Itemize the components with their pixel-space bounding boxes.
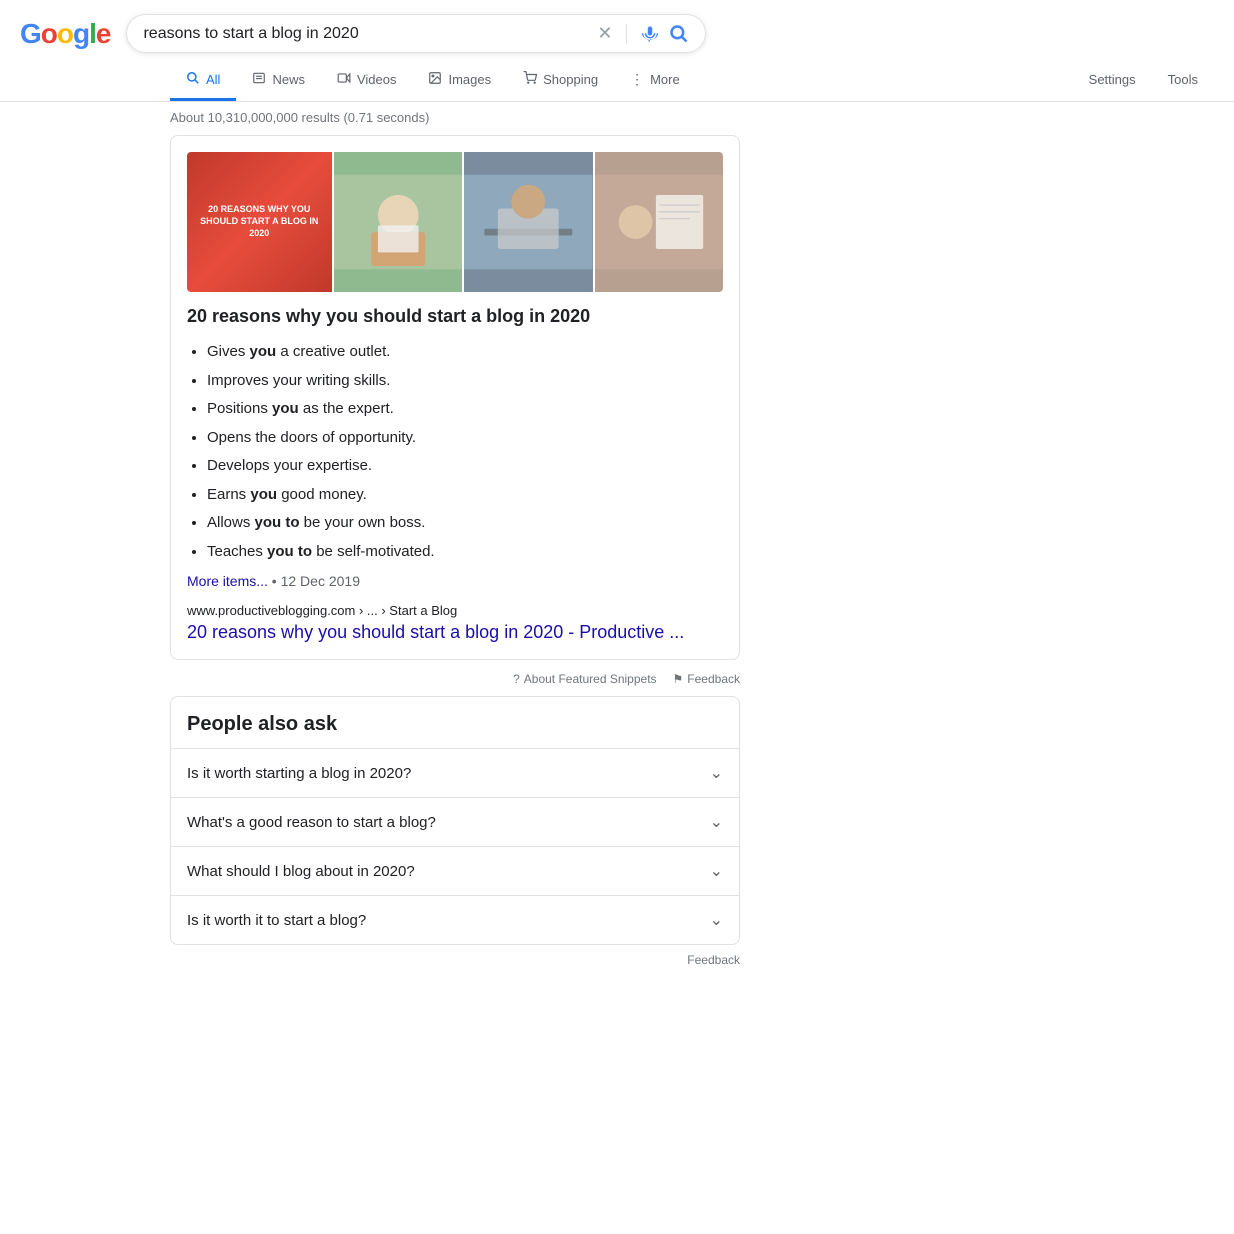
chevron-down-icon: ⌄	[710, 812, 723, 832]
mic-button[interactable]	[641, 25, 659, 43]
clear-button[interactable]: ✕	[597, 23, 612, 44]
search-button[interactable]	[669, 24, 689, 44]
list-item: Allows you to be your own boss.	[207, 512, 723, 535]
featured-image-1: 20 REASONS WHY YOU SHOULD START A BLOG I…	[187, 152, 332, 292]
list-item: Earns you good money.	[207, 484, 723, 507]
paa-question-2[interactable]: What's a good reason to start a blog? ⌄	[171, 797, 739, 846]
bottom-feedback-button[interactable]: Feedback	[170, 945, 740, 975]
more-items-line: More items... • 12 Dec 2019	[187, 573, 723, 589]
list-item: Improves your writing skills.	[207, 370, 723, 393]
people-also-ask-section: People also ask Is it worth starting a b…	[170, 696, 740, 945]
video-tab-icon	[337, 71, 351, 88]
tab-images[interactable]: Images	[412, 61, 507, 101]
search-input[interactable]	[143, 25, 597, 43]
featured-snippet-card: 20 REASONS WHY YOU SHOULD START A BLOG I…	[170, 135, 740, 660]
question-icon: ?	[513, 672, 520, 686]
images-tab-icon	[428, 71, 442, 88]
list-item: Develops your expertise.	[207, 455, 723, 478]
featured-images-row: 20 REASONS WHY YOU SHOULD START A BLOG I…	[187, 152, 723, 292]
result-title-link[interactable]: 20 reasons why you should start a blog i…	[187, 622, 723, 643]
settings-tools-group: Settings Tools	[1073, 62, 1234, 100]
tab-all[interactable]: All	[170, 61, 236, 101]
header: Google ✕	[0, 0, 1234, 53]
list-item: Gives you a creative outlet.	[207, 341, 723, 364]
news-tab-icon	[252, 71, 266, 88]
icon-divider	[626, 24, 627, 44]
featured-image-2	[334, 152, 463, 292]
feedback-row: ? About Featured Snippets ⚑ Feedback	[170, 672, 740, 686]
featured-image-4	[595, 152, 724, 292]
chevron-down-icon: ⌄	[710, 861, 723, 881]
search-bar: ✕	[126, 14, 706, 53]
list-item: Teaches you to be self-motivated.	[207, 541, 723, 564]
more-dots-icon: ⋮	[630, 71, 644, 88]
tab-news[interactable]: News	[236, 61, 321, 101]
settings-link[interactable]: Settings	[1073, 62, 1152, 100]
featured-image-3	[464, 152, 593, 292]
nav-tabs: All News Videos Images	[0, 53, 1234, 102]
google-logo: Google	[20, 18, 110, 50]
source-breadcrumb: www.productiveblogging.com › ... › Start…	[187, 603, 723, 618]
feedback-button[interactable]: ⚑ Feedback	[673, 672, 740, 686]
chevron-down-icon: ⌄	[710, 910, 723, 930]
list-item: Opens the doors of opportunity.	[207, 427, 723, 450]
tab-shopping[interactable]: Shopping	[507, 61, 614, 101]
list-item: Positions you as the expert.	[207, 398, 723, 421]
paa-title: People also ask	[171, 697, 739, 748]
flag-icon: ⚑	[673, 672, 684, 686]
paa-question-4[interactable]: Is it worth it to start a blog? ⌄	[171, 895, 739, 944]
tab-videos[interactable]: Videos	[321, 61, 413, 101]
paa-question-1[interactable]: Is it worth starting a blog in 2020? ⌄	[171, 748, 739, 797]
featured-title: 20 reasons why you should start a blog i…	[187, 306, 723, 327]
featured-bullet-list: Gives you a creative outlet. Improves yo…	[187, 341, 723, 563]
tools-link[interactable]: Tools	[1152, 62, 1214, 100]
about-featured-snippets-link[interactable]: ? About Featured Snippets	[513, 672, 656, 686]
paa-question-3[interactable]: What should I blog about in 2020? ⌄	[171, 846, 739, 895]
chevron-down-icon: ⌄	[710, 763, 723, 783]
tab-more[interactable]: ⋮ More	[614, 61, 696, 101]
more-items-link[interactable]: More items...	[187, 573, 272, 589]
search-icon-group: ✕	[597, 23, 689, 44]
results-count: About 10,310,000,000 results (0.71 secon…	[0, 102, 1234, 135]
shopping-tab-icon	[523, 71, 537, 88]
main-content: 20 REASONS WHY YOU SHOULD START A BLOG I…	[0, 135, 750, 975]
search-tab-icon	[186, 71, 200, 88]
